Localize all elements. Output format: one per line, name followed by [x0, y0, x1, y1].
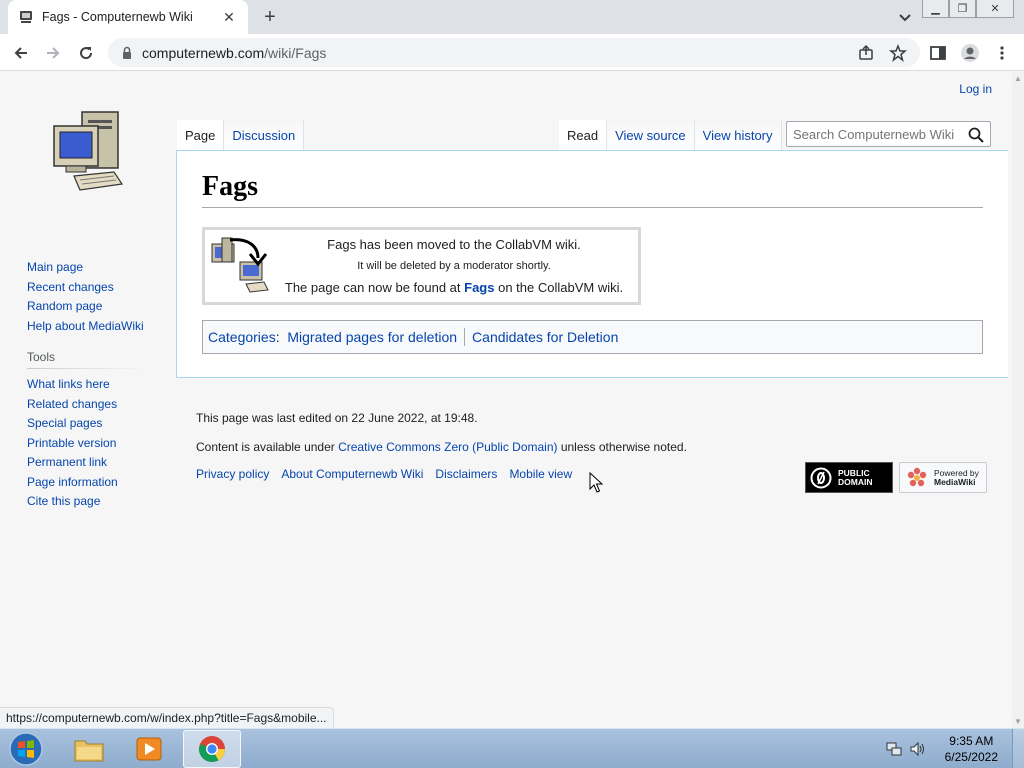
windows-taskbar: 9:35 AM 6/25/2022	[0, 728, 1024, 768]
category-separator	[464, 328, 466, 346]
page-scrollbar[interactable]: ▲ ▼	[1012, 72, 1024, 728]
search-icon[interactable]	[968, 127, 984, 146]
new-tab-button[interactable]: +	[258, 6, 282, 28]
license-prefix: Content is available under	[196, 440, 339, 454]
browser-tab[interactable]: Fags - Computernewb Wiki ✕	[8, 0, 248, 34]
categories-label-link[interactable]: Categories	[208, 329, 276, 345]
sidebar-link-random-page[interactable]: Random page	[27, 297, 167, 317]
public-domain-badge[interactable]: PUBLIC DOMAIN	[805, 462, 893, 493]
minimize-button[interactable]: ▁	[922, 0, 949, 18]
footer-link-mobile-view[interactable]: Mobile view	[509, 467, 572, 481]
notice-line-3-prefix: The page can now be found at	[284, 280, 465, 295]
reload-icon[interactable]	[74, 41, 98, 65]
tab-close-icon[interactable]: ✕	[220, 9, 238, 26]
network-icon[interactable]	[885, 740, 903, 758]
powered-by-mediawiki-badge[interactable]: Powered by MediaWiki	[899, 462, 987, 493]
notice-line-2: It will be deleted by a moderator shortl…	[357, 260, 551, 272]
search-input[interactable]	[793, 126, 963, 142]
sidebar-tools: Tools What links here Related changes Sp…	[27, 350, 167, 512]
footer-link-privacy[interactable]: Privacy policy	[196, 467, 269, 481]
tab-view-history[interactable]: View history	[694, 120, 782, 150]
lock-icon[interactable]	[120, 46, 134, 60]
tab-discussion[interactable]: Discussion	[224, 120, 305, 150]
login-link[interactable]: Log in	[959, 82, 992, 96]
tools-heading: Tools	[27, 350, 147, 369]
sidebar-link-main-page[interactable]: Main page	[27, 258, 167, 278]
footer-link-disclaimers[interactable]: Disclaimers	[435, 467, 497, 481]
back-icon[interactable]	[9, 41, 33, 65]
wiki-page: Log in Main page Recent changes Random p…	[0, 72, 1012, 728]
volume-icon[interactable]	[909, 740, 927, 758]
notice-line-3: The page can now be found at Fags on the…	[271, 277, 637, 299]
last-edited-text: This page was last edited on 22 June 202…	[196, 411, 478, 425]
tab-view-source[interactable]: View source	[607, 120, 695, 150]
window-close-button[interactable]: ✕	[976, 0, 1014, 18]
collabvm-page-link[interactable]: Fags	[464, 280, 494, 295]
sidebar-link-help[interactable]: Help about MediaWiki	[27, 317, 167, 337]
license-suffix: unless otherwise noted.	[557, 440, 687, 454]
tools-link-what-links-here[interactable]: What links here	[27, 375, 167, 395]
tools-link-related-changes[interactable]: Related changes	[27, 395, 167, 415]
migration-icon	[208, 234, 270, 296]
share-icon[interactable]	[854, 41, 878, 65]
notice-line-3-suffix: on the CollabVM wiki.	[494, 280, 624, 295]
tools-link-cite-this-page[interactable]: Cite this page	[27, 492, 167, 512]
namespace-tabs: Page Discussion	[177, 120, 305, 150]
sidebar-link-recent-changes[interactable]: Recent changes	[27, 278, 167, 298]
badge-mw-line2: MediaWiki	[934, 476, 976, 487]
taskbar-chrome-icon[interactable]	[183, 730, 241, 768]
show-desktop-button[interactable]	[1012, 729, 1024, 768]
license-link[interactable]: Creative Commons Zero (Public Domain)	[338, 440, 557, 454]
notice-line-1: Fags has been moved to the CollabVM wiki…	[327, 237, 581, 252]
tab-search-icon[interactable]	[896, 8, 914, 26]
footer-info: This page was last edited on 22 June 202…	[196, 404, 687, 462]
browser-toolbar: computernewb.com/wiki/Fags	[0, 34, 1024, 71]
article-content: Fags Fags has been moved to the CollabVM…	[176, 150, 1008, 378]
wiki-logo-icon[interactable]	[50, 108, 126, 194]
link-status-bar: https://computernewb.com/w/index.php?tit…	[0, 707, 334, 728]
browser-tabstrip: Fags - Computernewb Wiki ✕ + ▁ ❐ ✕	[0, 0, 1024, 34]
start-button[interactable]	[6, 730, 46, 768]
badge-pd-line2: DOMAIN	[838, 476, 873, 487]
scroll-up-icon[interactable]: ▲	[1014, 74, 1022, 83]
footer-places: Privacy policy About Computernewb Wiki D…	[196, 467, 572, 481]
tools-link-special-pages[interactable]: Special pages	[27, 414, 167, 434]
clock-time: 9:35 AM	[949, 734, 994, 748]
menu-kebab-icon[interactable]	[990, 41, 1014, 65]
sidebar-navigation: Main page Recent changes Random page Hel…	[27, 258, 167, 336]
url-path: /wiki/Fags	[264, 44, 327, 61]
system-tray: 9:35 AM 6/25/2022	[885, 729, 1024, 768]
tools-link-printable-version[interactable]: Printable version	[27, 434, 167, 454]
taskbar-explorer-icon[interactable]	[60, 730, 118, 768]
license-text: Content is available under Creative Comm…	[196, 433, 687, 462]
taskbar-media-player-icon[interactable]	[120, 730, 178, 768]
category-candidates-deletion[interactable]: Candidates for Deletion	[472, 329, 618, 345]
page-title: Fags	[202, 171, 983, 208]
taskbar-clock[interactable]: 9:35 AM 6/25/2022	[945, 733, 998, 765]
tab-page[interactable]: Page	[177, 120, 225, 150]
footer-link-about[interactable]: About Computernewb Wiki	[281, 467, 423, 481]
side-panel-icon[interactable]	[926, 41, 950, 65]
restore-button[interactable]: ❐	[949, 0, 976, 18]
view-tabs: Read View source View history	[559, 120, 782, 150]
forward-icon[interactable]	[41, 41, 65, 65]
scroll-down-icon[interactable]: ▼	[1014, 717, 1022, 726]
bookmark-star-icon[interactable]	[886, 41, 910, 65]
url-host: computernewb.com	[142, 44, 265, 61]
mouse-cursor-icon	[589, 471, 604, 496]
public-domain-icon	[810, 467, 832, 488]
mediawiki-flower-icon	[907, 467, 927, 486]
wiki-favicon-icon	[18, 9, 34, 25]
wiki-search-box	[786, 121, 991, 147]
tab-title: Fags - Computernewb Wiki	[42, 10, 193, 24]
tools-link-permanent-link[interactable]: Permanent link	[27, 453, 167, 473]
profile-avatar-icon[interactable]	[958, 41, 982, 65]
tools-link-page-information[interactable]: Page information	[27, 473, 167, 493]
address-bar[interactable]: computernewb.com/wiki/Fags	[108, 38, 920, 67]
category-migrated-pages[interactable]: Migrated pages for deletion	[287, 329, 457, 345]
moved-notice-box: Fags has been moved to the CollabVM wiki…	[202, 227, 641, 305]
category-links: Categories: Migrated pages for deletion …	[202, 320, 983, 354]
tab-read[interactable]: Read	[559, 120, 608, 150]
clock-date: 6/25/2022	[944, 750, 998, 764]
